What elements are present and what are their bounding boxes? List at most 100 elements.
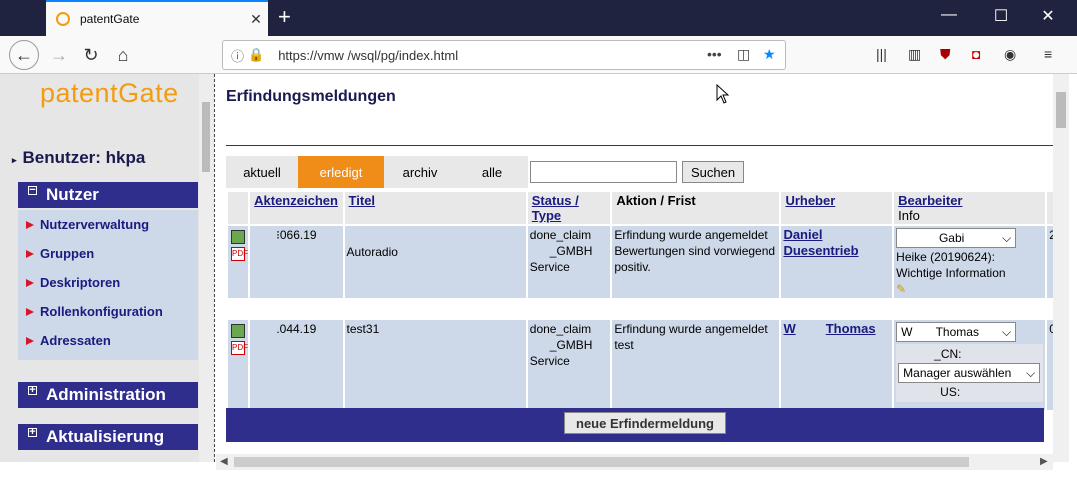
pdf-icon[interactable]: PDF (231, 341, 248, 355)
scroll-left-icon[interactable]: ◀ (220, 456, 228, 467)
section-administration[interactable]: + Administration (18, 382, 198, 408)
ublock-icon[interactable]: ⛊ (940, 46, 951, 63)
user-label: ▸ Benutzer: hkpa (12, 148, 146, 167)
reload-icon[interactable]: ↻ (76, 40, 106, 70)
tab-archiv[interactable]: archiv (384, 156, 456, 188)
titel: test31 (344, 320, 526, 410)
arrow-icon (26, 220, 34, 229)
sidebar-icon[interactable]: ▥ (908, 46, 921, 63)
urheber-link[interactable]: Daniel Duesentrieb (783, 227, 858, 258)
main-frame: Erfindungsmeldungen aktuell erledigt arc… (216, 74, 1053, 462)
aktenzeichen: ⁝066.19 (250, 226, 343, 298)
urheber-link[interactable]: W (783, 321, 795, 336)
expand-icon[interactable]: + (28, 385, 37, 396)
maximize-icon[interactable]: ☐ (986, 6, 1016, 26)
url-bar[interactable]: ⓘ 🔒 https://vmw /wsql/pg/index.html ••• … (222, 40, 786, 70)
arrow-icon (26, 336, 34, 345)
tab-alle[interactable]: alle (456, 156, 528, 188)
title-bar: patentGate ✕ + — ☐ ✕ (0, 0, 1077, 36)
url-text[interactable]: https://vmw /wsql/pg/index.html (278, 48, 458, 63)
scroll-thumb[interactable] (202, 102, 210, 172)
urheber-link[interactable]: Thomas (826, 321, 876, 336)
nav-bar: ← → ↻ ⌂ ⓘ 🔒 https://vmw /wsql/pg/index.h… (0, 36, 1077, 74)
sidebar-item-adressaten[interactable]: Adressaten (18, 326, 198, 355)
logo: patentGate (40, 78, 179, 108)
arrow-icon (26, 278, 34, 287)
nutzer-menu: Nutzerverwaltung Gruppen Deskriptoren Ro… (18, 210, 198, 360)
browser-tab[interactable]: patentGate ✕ (46, 0, 268, 36)
sidebar: patentGate ▸ Benutzer: hkpa − Nutzer Nutze… (0, 74, 214, 462)
sidebar-item-rollenkonfiguration[interactable]: Rollenkonfiguration (18, 297, 198, 326)
info-icon[interactable]: ⓘ (231, 46, 244, 65)
sidebar-item-nutzerverwaltung[interactable]: Nutzerverwaltung (18, 210, 198, 239)
minimize-icon[interactable]: — (934, 6, 964, 24)
search-input[interactable] (530, 161, 677, 183)
col-urheber[interactable]: Urheber (781, 192, 893, 224)
tab-aktuell[interactable]: aktuell (226, 156, 298, 188)
col-bearbeiter[interactable]: Bearbeiter Info (894, 192, 1046, 224)
page-title: Erfindungsmeldungen (226, 88, 396, 105)
main-horizontal-scrollbar[interactable]: ◀ ▶ (216, 454, 1053, 470)
col-aktion: Aktion / Frist (612, 192, 780, 224)
new-erfindermeldung-button[interactable]: neue Erfindermeldung (564, 412, 726, 434)
action-bar: neue Erfindermeldung (226, 408, 1044, 442)
bearbeiter-select[interactable]: W Thomas ⌵ (896, 322, 1017, 342)
sidebar-item-deskriptoren[interactable]: Deskriptoren (18, 268, 198, 297)
main-vertical-scrollbar[interactable] (1053, 74, 1069, 462)
home-icon[interactable]: ⌂ (108, 40, 138, 70)
forward-icon[interactable]: → (44, 40, 74, 70)
sidebar-item-gruppen[interactable]: Gruppen (18, 239, 198, 268)
status: done_claim _GMBH Service (527, 226, 611, 298)
patentgate-favicon-icon (56, 12, 70, 26)
page-actions-icon[interactable]: ••• (707, 46, 722, 62)
chevron-down-icon: ⌵ (1026, 366, 1036, 380)
arrow-icon (26, 307, 34, 316)
section-nutzer[interactable]: − Nutzer (18, 182, 198, 208)
section-aktualisierung[interactable]: + Aktualisierung (18, 424, 198, 450)
pocket-icon[interactable]: ◫ (737, 46, 750, 63)
col-status[interactable]: Status / Type (527, 192, 611, 224)
open-icon[interactable] (231, 324, 245, 338)
aktenzeichen: .044.19 (250, 320, 343, 410)
info-text: Heike (20190624): Wichtige Information (896, 250, 1006, 280)
aktion: Erfindung wurde angemeldet test (612, 320, 780, 410)
sidebar-scrollbar[interactable] (199, 74, 213, 462)
expand-icon[interactable]: + (28, 427, 37, 438)
tab-erledigt[interactable]: erledigt (298, 156, 384, 188)
new-tab-icon[interactable]: + (278, 4, 291, 30)
scroll-thumb[interactable] (234, 457, 969, 467)
pocket-ext-icon[interactable]: ◘ (972, 46, 980, 62)
mouse-cursor-icon (716, 84, 730, 104)
col-titel[interactable]: Titel (344, 192, 526, 224)
manager-select[interactable]: Manager auswählen ⌵ (898, 363, 1041, 383)
scroll-thumb[interactable] (1056, 92, 1066, 128)
open-icon[interactable] (231, 230, 245, 244)
scroll-right-icon[interactable]: ▶ (1040, 456, 1048, 467)
search-button[interactable]: Suchen (682, 161, 744, 183)
status: done_claim _GMBH Service (527, 320, 611, 410)
edit-pencil-icon[interactable]: ✎ (896, 282, 906, 296)
tab-title: patentGate (80, 12, 140, 26)
page-content: patentGate ▸ Benutzer: hkpa − Nutzer Nutze… (0, 74, 1077, 477)
pdf-icon[interactable]: PDF (231, 247, 248, 261)
bookmark-star-icon[interactable]: ★ (763, 46, 776, 63)
results-table: Aktenzeichen Titel Status / Type Aktion /… (226, 190, 1053, 412)
filter-tabs: aktuell erledigt archiv alle (226, 156, 528, 188)
library-icon[interactable]: ||| (876, 46, 887, 62)
chevron-down-icon: ⌵ (1002, 325, 1012, 339)
table-row: PDF .044.19 test31 done_claim _GMBH Serv… (228, 320, 1053, 410)
back-icon[interactable]: ← (9, 40, 39, 70)
bearbeiter-select[interactable]: Gabi ⌵ (896, 228, 1017, 248)
chevron-down-icon: ⌵ (1002, 231, 1012, 245)
extension-icon[interactable]: ◉ (1004, 46, 1016, 63)
aktion: Erfindung wurde angemeldet Bewertungen s… (612, 226, 780, 298)
table-row: PDF ⁝066.19 Autoradio done_claim _GMBH S… (228, 226, 1053, 298)
collapse-icon[interactable]: − (28, 185, 37, 196)
tab-close-icon[interactable]: ✕ (244, 11, 268, 28)
lock-icon: 🔒 (248, 47, 265, 62)
titel: Autoradio (344, 226, 526, 298)
col-aktenzeichen[interactable]: Aktenzeichen (250, 192, 343, 224)
table-header: Aktenzeichen Titel Status / Type Aktion /… (228, 192, 1053, 224)
menu-icon[interactable]: ≡ (1044, 46, 1052, 62)
close-window-icon[interactable]: ✕ (1033, 6, 1063, 26)
